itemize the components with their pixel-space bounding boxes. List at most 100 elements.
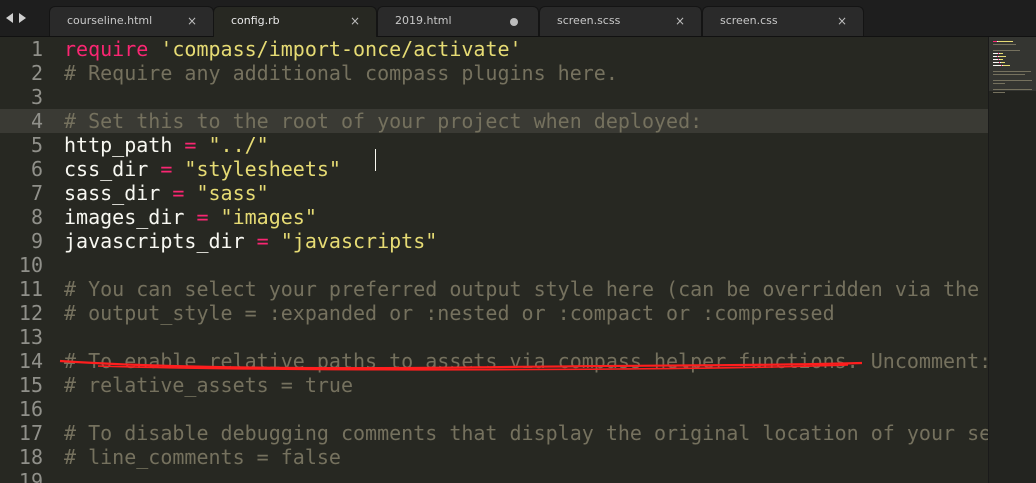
tab-2019-html[interactable]: 2019.html xyxy=(377,6,539,36)
line-number: 8 xyxy=(30,205,43,229)
code-line[interactable]: 18 # line_comments = false xyxy=(0,445,988,469)
code-line[interactable]: 4 # Set this to the root of your project … xyxy=(0,109,988,133)
code-text: # To disable debugging comments that dis… xyxy=(64,421,988,445)
line-number: 2 xyxy=(30,61,43,85)
line-number: 19 xyxy=(18,469,43,483)
minimap-stroke xyxy=(993,65,1001,66)
code-token: # Require any additional compass plugins… xyxy=(64,61,618,85)
left-arrow-icon[interactable] xyxy=(6,13,13,23)
code-line[interactable]: 2 # Require any additional compass plugin… xyxy=(0,61,988,85)
tab-courseline-html[interactable]: courseline.html × xyxy=(49,6,214,36)
line-number: 5 xyxy=(30,133,43,157)
code-line[interactable]: 5 http_path = "../" xyxy=(0,133,988,157)
code-line[interactable]: 11 # You can select your preferred output… xyxy=(0,277,988,301)
minimap-stroke xyxy=(1000,53,1003,54)
code-line[interactable]: 19 xyxy=(0,469,988,483)
tab-bar: courseline.html × 2019.html screen.scss … xyxy=(0,0,1036,37)
code-text: images_dir = "images" xyxy=(64,205,317,229)
code-token: = xyxy=(172,181,185,205)
line-number: 12 xyxy=(18,301,43,325)
line-number: 16 xyxy=(18,397,43,421)
code-editor[interactable]: 19 18 # line_comments = false 17 # To disabl… xyxy=(0,37,988,483)
line-number: 13 xyxy=(18,325,43,349)
code-line[interactable]: 8 images_dir = "images" xyxy=(0,205,988,229)
code-text: # line_comments = false xyxy=(64,445,341,469)
code-text: require 'compass/import-once/activate' xyxy=(64,37,522,61)
tab-label: courseline.html xyxy=(67,14,153,27)
code-line[interactable]: 12 # output_style = :expanded or :nested … xyxy=(0,301,988,325)
code-token: css_dir xyxy=(64,157,161,181)
code-token: # To enable relative paths to assets via… xyxy=(64,349,988,373)
code-line[interactable]: 10 xyxy=(0,253,988,277)
line-number: 3 xyxy=(30,85,43,109)
code-token: = xyxy=(196,205,209,229)
line-number: 7 xyxy=(30,181,43,205)
tab-screen-css[interactable]: screen.css × xyxy=(702,6,864,36)
code-line[interactable]: 9 javascripts_dir = "javascripts" xyxy=(0,229,988,253)
code-token: http_path xyxy=(64,133,185,157)
minimap-stroke xyxy=(998,41,1013,42)
tab-label: screen.scss xyxy=(557,14,621,27)
code-text: # Set this to the root of your project w… xyxy=(64,109,702,133)
tab-label: 2019.html xyxy=(395,14,452,27)
code-text: # output_style = :expanded or :nested or… xyxy=(64,301,835,325)
minimap-stroke xyxy=(993,80,1032,81)
code-line[interactable]: 15 # relative_assets = true xyxy=(0,373,988,397)
code-line[interactable]: 3 xyxy=(0,85,988,109)
code-token: # To disable debugging comments that dis… xyxy=(64,421,988,445)
minimap[interactable] xyxy=(988,37,1036,483)
code-text: javascripts_dir = "javascripts" xyxy=(64,229,437,253)
right-arrow-icon[interactable] xyxy=(19,13,26,23)
code-token: # line_comments = false xyxy=(64,445,341,469)
code-line[interactable]: 7 sass_dir = "sass" xyxy=(0,181,988,205)
tab-label: config.rb xyxy=(231,14,280,27)
tab-navigation xyxy=(6,8,26,28)
line-number: 11 xyxy=(18,277,43,301)
minimap-stroke xyxy=(993,74,1025,75)
minimap-stroke xyxy=(993,71,1031,72)
tab-config-rb[interactable]: config.rb × xyxy=(213,6,377,37)
code-text: # relative_assets = true xyxy=(64,373,353,397)
code-token: "stylesheets" xyxy=(184,157,341,181)
close-icon[interactable]: × xyxy=(350,7,360,35)
tab-screen-scss[interactable]: screen.scss × xyxy=(539,6,702,36)
code-line[interactable]: 16 xyxy=(0,397,988,421)
code-line[interactable]: 17 # To disable debugging comments that d… xyxy=(0,421,988,445)
code-text: css_dir = "stylesheets" xyxy=(64,157,341,181)
code-token: javascripts_dir xyxy=(64,229,257,253)
minimap-stroke xyxy=(1000,59,1003,60)
line-number: 15 xyxy=(18,373,43,397)
modified-dot-icon xyxy=(510,18,518,26)
line-number: 4 xyxy=(30,109,43,133)
code-text: http_path = "../" xyxy=(64,133,269,157)
code-token: images_dir xyxy=(64,205,197,229)
code-token: "../" xyxy=(208,133,269,157)
code-line[interactable]: 1 require 'compass/import-once/activate' xyxy=(0,37,988,61)
code-token: "javascripts" xyxy=(280,229,438,253)
code-token: = xyxy=(184,133,197,157)
close-icon[interactable]: × xyxy=(675,7,685,35)
line-number: 17 xyxy=(18,421,43,445)
code-line[interactable]: 13 xyxy=(0,325,988,349)
code-token: "sass" xyxy=(196,181,269,205)
code-token: = xyxy=(256,229,269,253)
code-token: # output_style = :expanded or :nested or… xyxy=(64,301,835,325)
code-line[interactable]: 6 css_dir = "stylesheets" xyxy=(0,157,988,181)
line-number: 10 xyxy=(18,253,43,277)
code-text: sass_dir = "sass" xyxy=(64,181,269,205)
close-icon[interactable]: × xyxy=(837,7,847,35)
minimap-stroke xyxy=(1001,62,1005,63)
code-token: # relative_assets = true xyxy=(64,373,353,397)
minimap-stroke xyxy=(993,83,1005,84)
close-icon[interactable]: × xyxy=(187,7,197,35)
code-line[interactable]: 14 # To enable relative paths to assets v… xyxy=(0,349,988,373)
code-token: sass_dir xyxy=(64,181,173,205)
code-text: # Require any additional compass plugins… xyxy=(64,61,618,85)
minimap-stroke xyxy=(993,44,1016,45)
